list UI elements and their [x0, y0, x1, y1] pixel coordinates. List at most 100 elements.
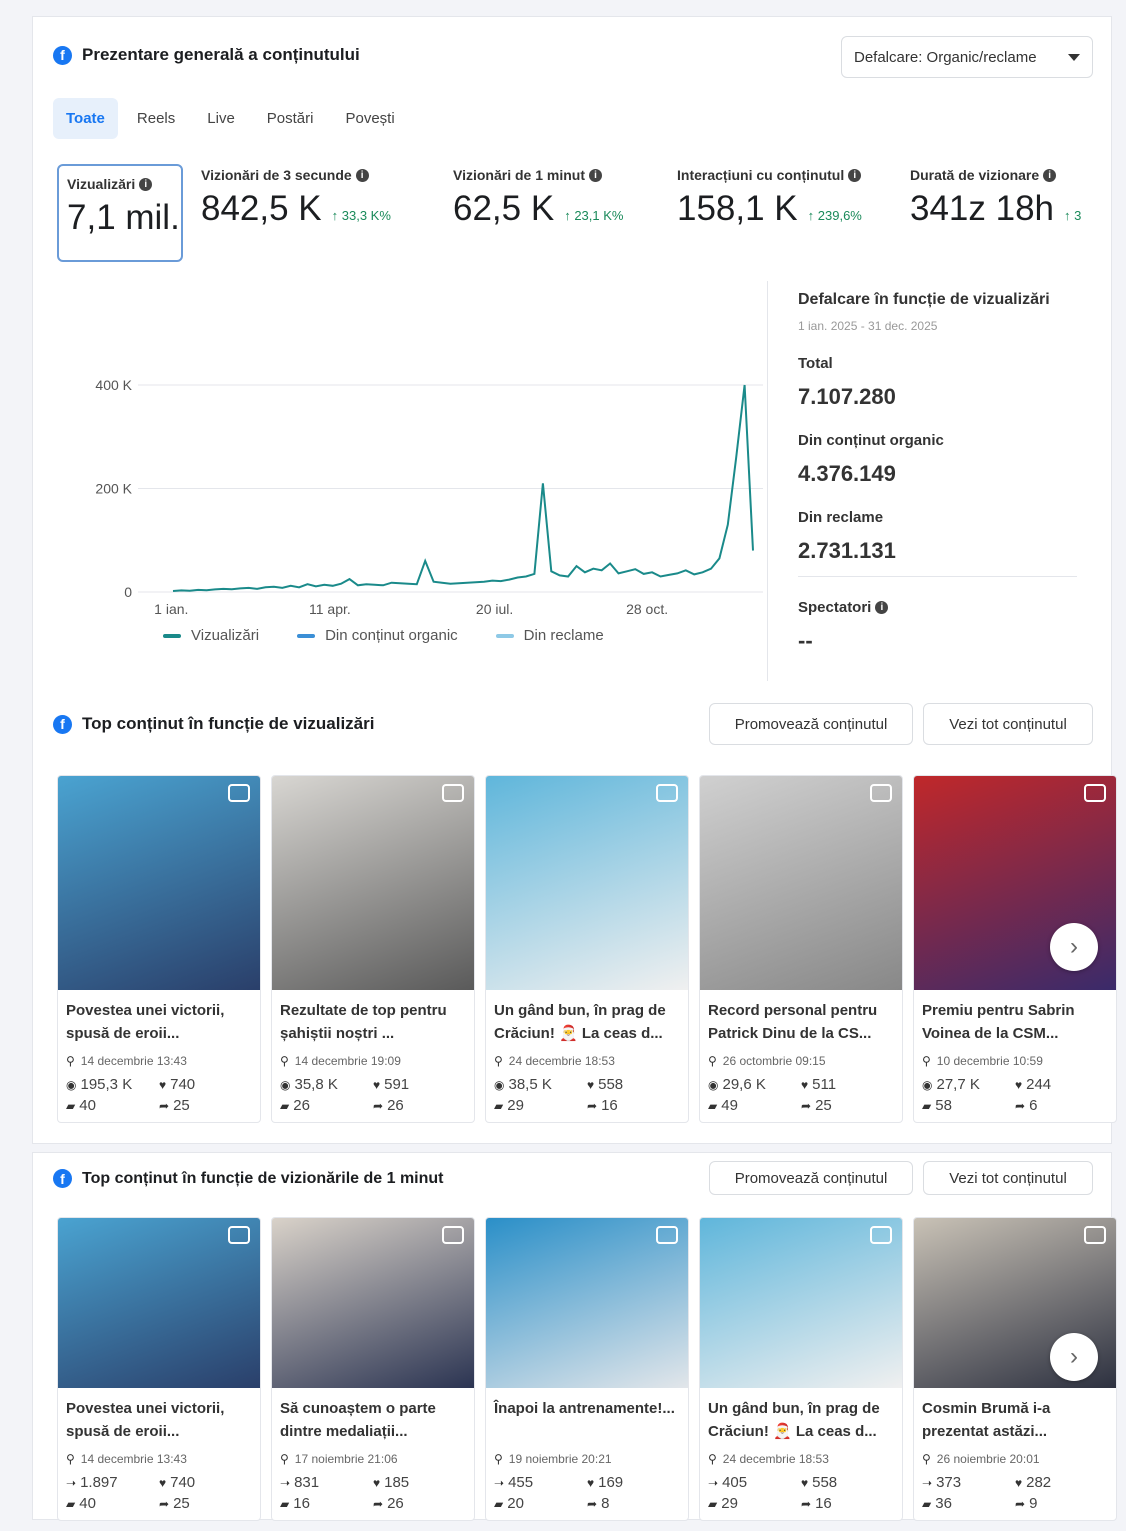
share-icon: ➦ [801, 1098, 812, 1113]
y-tick-label: 200 K [95, 481, 132, 497]
next-arrow-icon[interactable]: › [1050, 923, 1098, 971]
share-icon: ➦ [159, 1496, 170, 1511]
comments-stat: ▰ 29 [494, 1097, 587, 1114]
content-card[interactable]: Povestea unei victorii, spusă de eroii..… [57, 1217, 261, 1521]
post-thumbnail[interactable] [272, 1218, 474, 1388]
promote-content-button[interactable]: Promovează conținutul [709, 703, 913, 745]
post-thumbnail[interactable] [486, 1218, 688, 1388]
heart-icon: ♥ [1015, 1077, 1023, 1092]
post-thumbnail[interactable] [58, 776, 260, 990]
top-views-title: Top conținut în funcție de vizualizări [82, 714, 375, 733]
eye-icon: ◉ [66, 1077, 77, 1092]
metric-3s-views[interactable]: Vizionări de 3 secunde i 842,5 K ↑ 33,3 K% [201, 167, 391, 229]
tab-reels[interactable]: Reels [124, 98, 188, 139]
info-icon[interactable]: i [875, 601, 889, 614]
metric-change: ↑ 23,1 K% [564, 208, 624, 223]
post-date: 14 decembrie 13:43 [80, 1054, 187, 1068]
metric-watch-time[interactable]: Durată de vizionare i 341z 18h ↑ 3 [910, 167, 1094, 229]
views-breakdown: Defalcare în funcție de vizualizări 1 ia… [767, 281, 1077, 681]
views-count: 35,8 K [294, 1076, 338, 1093]
content-card[interactable]: Un gând bun, în prag de Crăciun! 🎅 La ce… [699, 1217, 903, 1521]
arrow-icon: ➝ [66, 1475, 77, 1490]
reel-icon [228, 1226, 250, 1244]
heart-icon: ♥ [587, 1077, 595, 1092]
content-card[interactable]: Record personal pentru Patrick Dinu de l… [699, 775, 903, 1123]
views-stat: ◉ 35,8 K [280, 1076, 373, 1093]
metric-interactions[interactable]: Interacțiuni cu conținutul i 158,1 K ↑ 239… [677, 167, 862, 229]
legend-views[interactable]: Vizualizări [163, 627, 259, 644]
post-thumbnail[interactable] [58, 1218, 260, 1388]
post-title[interactable]: Cosmin Brumă i-a prezentat astăzi... [914, 1388, 1116, 1446]
reel-icon [1084, 1226, 1106, 1244]
post-title[interactable]: Rezultate de top pentru șahiștii noștri … [272, 990, 474, 1048]
info-icon[interactable]: i [1043, 168, 1057, 182]
next-arrow-icon[interactable]: › [1050, 1333, 1098, 1381]
shares-stat: ➦ 26 [373, 1097, 466, 1114]
tab-all[interactable]: Toate [53, 98, 118, 139]
tab-live[interactable]: Live [194, 98, 248, 139]
content-card[interactable]: Cosmin Brumă i-a prezentat astăzi... ⚲ 26… [913, 1217, 1117, 1521]
post-title[interactable]: Un gând bun, în prag de Crăciun! 🎅 La ce… [486, 990, 688, 1048]
heart-icon: ♥ [587, 1475, 595, 1490]
post-stats: ◉ 195,3 K ♥ 740 ▰ 40 ➦ 25 [58, 1068, 260, 1122]
likes-stat: ♥ 740 [159, 1076, 252, 1093]
comments-stat: ▰ 29 [708, 1495, 801, 1512]
heart-icon: ♥ [159, 1475, 167, 1490]
viewers-value: -- [798, 628, 813, 653]
post-title[interactable]: Record personal pentru Patrick Dinu de l… [700, 990, 902, 1048]
organic-value: 4.376.149 [798, 461, 896, 486]
post-date: 14 decembrie 13:43 [80, 1452, 187, 1466]
post-stats: ➝ 831 ♥ 185 ▰ 16 ➦ 26 [272, 1466, 474, 1520]
content-card[interactable]: Povestea unei victorii, spusă de eroii..… [57, 775, 261, 1123]
breakdown-dropdown[interactable]: Defalcare: Organic/reclame [841, 36, 1093, 78]
viewers-label: Spectatori [798, 599, 872, 616]
facebook-icon: f [53, 1169, 72, 1188]
tab-posts[interactable]: Postări [254, 98, 327, 139]
comment-icon: ▰ [280, 1496, 290, 1511]
content-card[interactable]: Înapoi la antrenamente!... ⚲ 19 noiembrie… [485, 1217, 689, 1521]
content-card[interactable]: Premiu pentru Sabrin Voinea de la CSM...… [913, 775, 1117, 1123]
post-thumbnail[interactable] [486, 776, 688, 990]
promote-content-button[interactable]: Promovează conținutul [709, 1161, 913, 1195]
post-thumbnail[interactable] [700, 776, 902, 990]
likes-stat: ♥ 558 [587, 1076, 680, 1093]
content-card[interactable]: Rezultate de top pentru șahiștii noștri … [271, 775, 475, 1123]
likes-count: 169 [598, 1474, 624, 1491]
info-icon[interactable]: i [848, 168, 862, 182]
legend-ads[interactable]: Din reclame [495, 627, 604, 644]
likes-count: 185 [384, 1474, 410, 1491]
post-thumbnail[interactable] [700, 1218, 902, 1388]
info-icon[interactable]: i [139, 177, 153, 191]
shares-count: 16 [601, 1097, 618, 1114]
legend-label: Din conținut organic [325, 627, 458, 644]
content-card[interactable]: Să cunoaștem o parte dintre medaliații..… [271, 1217, 475, 1521]
post-stats: ➝ 373 ♥ 282 ▰ 36 ➦ 9 [914, 1466, 1116, 1520]
post-stats: ◉ 35,8 K ♥ 591 ▰ 26 ➦ 26 [272, 1068, 474, 1122]
tab-stories[interactable]: Povești [332, 98, 407, 139]
share-icon: ➦ [1015, 1098, 1026, 1113]
metric-views[interactable]: Vizualizări i 7,1 mil. [57, 164, 183, 262]
post-date-row: ⚲ 17 noiembrie 21:06 [272, 1446, 474, 1466]
shares-count: 6 [1029, 1097, 1038, 1114]
info-icon[interactable]: i [355, 168, 369, 182]
content-card[interactable]: Un gând bun, în prag de Crăciun! 🎅 La ce… [485, 775, 689, 1123]
overview-header: f Prezentare generală a conținutului [53, 45, 360, 65]
likes-stat: ♥ 740 [159, 1474, 252, 1491]
post-title[interactable]: Povestea unei victorii, spusă de eroii..… [58, 1388, 260, 1446]
metric-label: Vizualizări [67, 176, 136, 192]
info-icon[interactable]: i [589, 168, 602, 182]
legend-organic[interactable]: Din conținut organic [297, 627, 458, 644]
post-title[interactable]: Premiu pentru Sabrin Voinea de la CSM... [914, 990, 1116, 1048]
post-title[interactable]: Povestea unei victorii, spusă de eroii..… [58, 990, 260, 1048]
x-tick-label: 1 ian. [154, 601, 188, 617]
post-title[interactable]: Să cunoaștem o parte dintre medaliații..… [272, 1388, 474, 1446]
y-tick-label: 0 [124, 584, 132, 600]
metric-1min-views[interactable]: Vizionări de 1 minut i 62,5 K ↑ 23,1 K% [453, 167, 623, 229]
see-all-content-button[interactable]: Vezi tot conținutul [923, 1161, 1093, 1195]
reel-icon [870, 784, 892, 802]
see-all-content-button[interactable]: Vezi tot conținutul [923, 703, 1093, 745]
post-title[interactable]: Un gând bun, în prag de Crăciun! 🎅 La ce… [700, 1388, 902, 1446]
post-title[interactable]: Înapoi la antrenamente!... [486, 1388, 688, 1446]
post-thumbnail[interactable] [272, 776, 474, 990]
arrow-icon: ➝ [280, 1475, 291, 1490]
